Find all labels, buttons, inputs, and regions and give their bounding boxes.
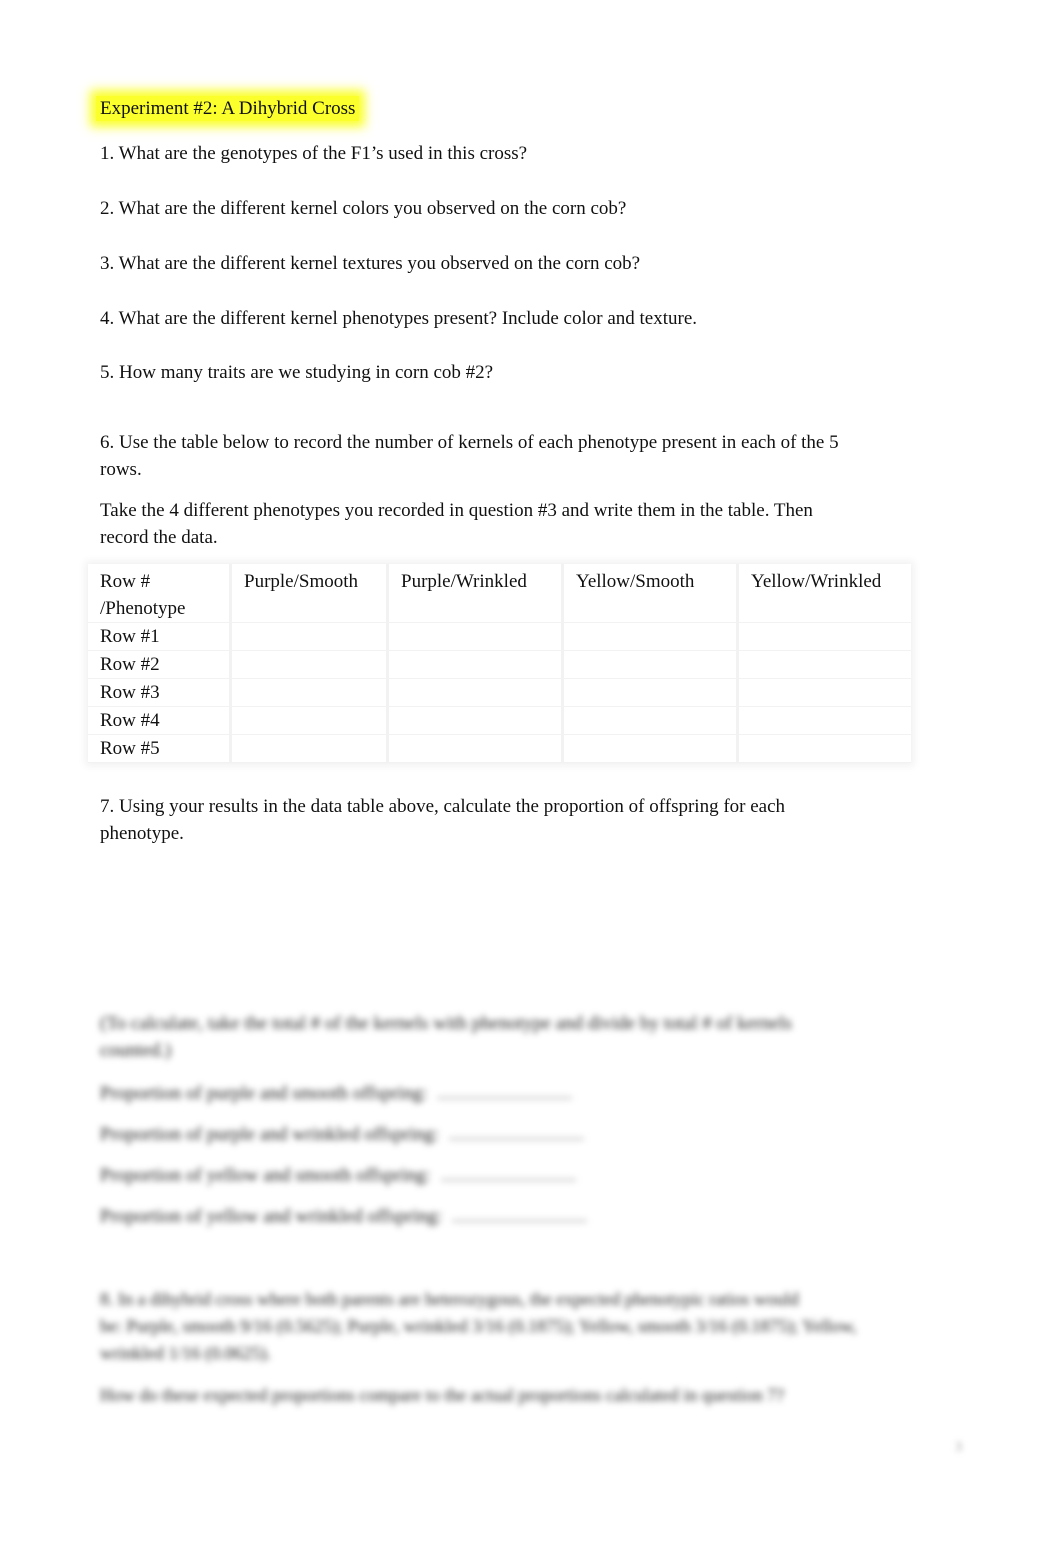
table-cell[interactable] bbox=[230, 734, 389, 763]
header-purple-wrinkled: Purple/Wrinkled bbox=[387, 564, 564, 623]
table-cell[interactable] bbox=[737, 650, 911, 679]
answer-blank[interactable] bbox=[440, 1179, 576, 1181]
table-row: Row #3 bbox=[88, 678, 911, 707]
calculation-hint: (To calculate, take the total # of the k… bbox=[100, 1013, 792, 1061]
table-cell[interactable] bbox=[387, 622, 564, 651]
table-cell[interactable] bbox=[230, 678, 389, 707]
table-cell[interactable] bbox=[387, 706, 564, 735]
table-row: Row #1 bbox=[88, 622, 911, 651]
question-2: 2. What are the different kernel colors … bbox=[100, 198, 627, 219]
table-row: Row #5 bbox=[88, 734, 911, 763]
question-3: 3. What are the different kernel texture… bbox=[100, 253, 641, 274]
table-header-row: Row #/Phenotype Purple/Smooth Purple/Wri… bbox=[88, 564, 911, 623]
question-8: 8. In a dihybrid cross where both parent… bbox=[100, 1289, 857, 1363]
table-cell[interactable] bbox=[230, 650, 389, 679]
row-label: Row #1 bbox=[88, 622, 232, 651]
table-cell[interactable] bbox=[737, 678, 911, 707]
header-row-phenotype: Row #/Phenotype bbox=[88, 564, 232, 623]
phenotype-data-table: Row #/Phenotype Purple/Smooth Purple/Wri… bbox=[88, 564, 911, 763]
header-purple-smooth: Purple/Smooth bbox=[230, 564, 389, 623]
table-cell[interactable] bbox=[737, 734, 911, 763]
table-cell[interactable] bbox=[562, 734, 739, 763]
table-cell[interactable] bbox=[387, 678, 564, 707]
answer-blank[interactable] bbox=[437, 1097, 573, 1099]
row-label: Row #2 bbox=[88, 650, 232, 679]
header-yellow-smooth: Yellow/Smooth bbox=[562, 564, 739, 623]
table-cell[interactable] bbox=[737, 706, 911, 735]
table-cell[interactable] bbox=[230, 706, 389, 735]
answer-blank[interactable] bbox=[448, 1138, 584, 1140]
question-6-instructions: Take the 4 different phenotypes you reco… bbox=[100, 497, 813, 551]
row-label: Row #4 bbox=[88, 706, 232, 735]
question-5: 5. How many traits are we studying in co… bbox=[100, 362, 494, 383]
question-7: 7. Using your results in the data table … bbox=[100, 793, 890, 847]
proportion-purple-wrinkled: Proportion of purple and wrinkled offspr… bbox=[100, 1121, 584, 1148]
page-number: 3 bbox=[955, 1440, 962, 1455]
table-cell[interactable] bbox=[562, 706, 739, 735]
instructions-line-1: Take the 4 different phenotypes you reco… bbox=[100, 500, 813, 521]
table-cell[interactable] bbox=[230, 622, 389, 651]
proportion-yellow-wrinkled: Proportion of yellow and wrinkled offspr… bbox=[100, 1203, 588, 1230]
question-6-line-2: rows. bbox=[100, 459, 142, 480]
table-cell[interactable] bbox=[562, 622, 739, 651]
table-cell[interactable] bbox=[562, 650, 739, 679]
answer-blank[interactable] bbox=[452, 1220, 588, 1222]
table-cell[interactable] bbox=[387, 650, 564, 679]
question-1: 1. What are the genotypes of the F1’s us… bbox=[100, 143, 528, 164]
header-yellow-wrinkled: Yellow/Wrinkled bbox=[737, 564, 911, 623]
question-8-comparison: How do these expected proportions compar… bbox=[100, 1385, 785, 1405]
section-title: Experiment #2: A Dihybrid Cross bbox=[96, 96, 360, 121]
row-label: Row #3 bbox=[88, 678, 232, 707]
table-row: Row #2 bbox=[88, 650, 911, 679]
question-6: 6. Use the table below to record the num… bbox=[100, 429, 839, 483]
highlighted-title: Experiment #2: A Dihybrid Cross bbox=[96, 96, 360, 121]
table-cell[interactable] bbox=[737, 622, 911, 651]
question-7-line-1: 7. Using your results in the data table … bbox=[100, 796, 786, 817]
document-page: Experiment #2: A Dihybrid Cross 1. What … bbox=[0, 0, 1062, 1561]
instructions-line-2: record the data. bbox=[100, 527, 218, 548]
table-cell[interactable] bbox=[562, 678, 739, 707]
table-row: Row #4 bbox=[88, 706, 911, 735]
question-6-line-1: 6. Use the table below to record the num… bbox=[100, 432, 839, 453]
table-cell[interactable] bbox=[387, 734, 564, 763]
proportion-yellow-smooth: Proportion of yellow and smooth offsprin… bbox=[100, 1162, 576, 1189]
question-7-line-2: phenotype. bbox=[100, 823, 184, 844]
row-label: Row #5 bbox=[88, 734, 232, 763]
question-4: 4. What are the different kernel phenoty… bbox=[100, 308, 698, 329]
proportion-purple-smooth: Proportion of purple and smooth offsprin… bbox=[100, 1080, 573, 1107]
